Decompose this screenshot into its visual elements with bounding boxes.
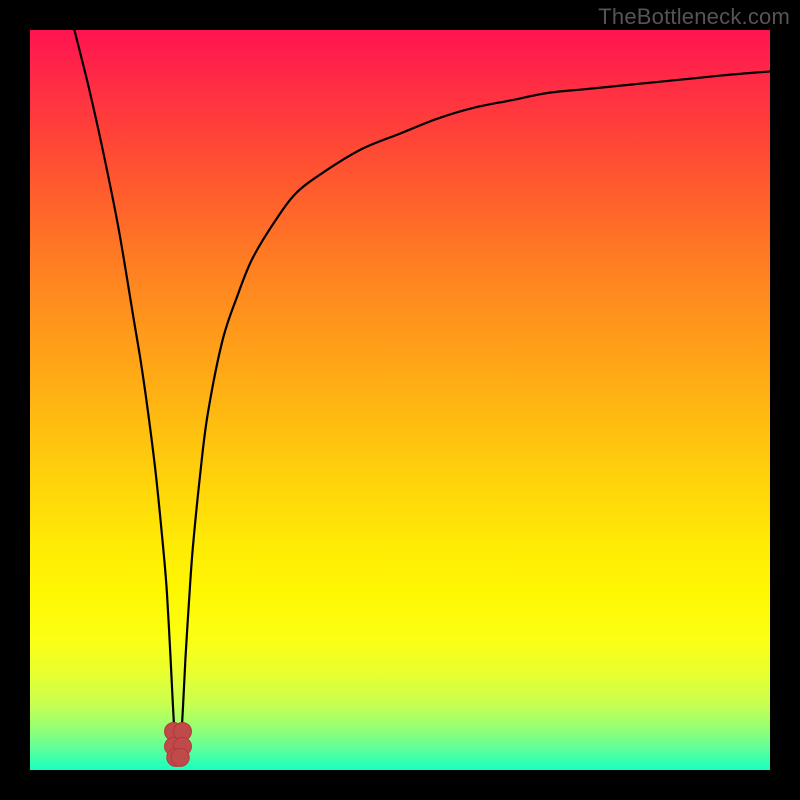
heat-gradient-background: [30, 30, 770, 770]
watermark-text: TheBottleneck.com: [598, 4, 790, 30]
plot-area: [30, 30, 770, 770]
chart-frame: TheBottleneck.com: [0, 0, 800, 800]
